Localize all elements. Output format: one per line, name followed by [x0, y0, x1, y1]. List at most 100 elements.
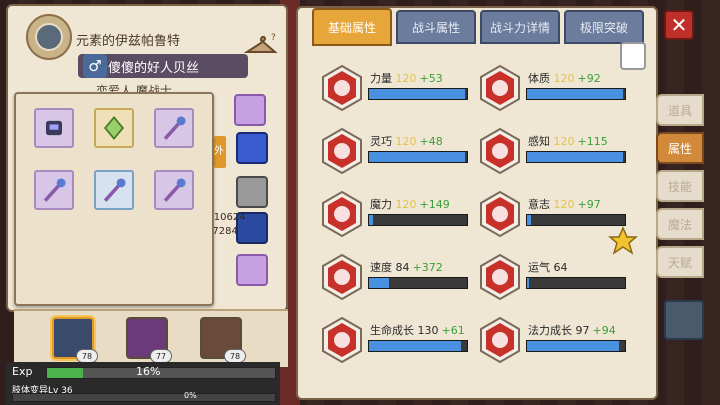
stat-bar-fill	[369, 89, 466, 99]
stat-bar	[368, 151, 468, 163]
party-member-2[interactable]: 77	[126, 317, 172, 363]
staff-icon	[103, 178, 126, 202]
equip-slot-armor[interactable]	[236, 254, 268, 286]
stat-label: 速度 84 +372	[370, 259, 443, 275]
stat-base-value: 120	[395, 198, 417, 211]
stat-bar	[526, 214, 626, 226]
item-slot-4[interactable]	[34, 170, 74, 210]
gender-male-icon: ♂	[83, 54, 107, 78]
stat-label: 法力成长 97 +94	[528, 322, 616, 338]
stat-name: 法力成长	[528, 324, 576, 337]
exp-label: Exp	[12, 365, 33, 378]
stat-label: 生命成长 130 +61	[370, 322, 465, 338]
staff-icon	[163, 178, 186, 202]
item-slot-2[interactable]	[94, 108, 134, 148]
stat-name: 力量	[370, 72, 396, 85]
stat-bar-fill	[527, 278, 529, 288]
stat-icon	[322, 127, 362, 175]
stat-label: 灵巧 120 +48	[370, 133, 443, 149]
equipment-popup	[14, 92, 214, 306]
side-menu-item-5[interactable]: 天赋	[656, 246, 704, 278]
stat-name: 灵巧	[370, 135, 396, 148]
skill-percent: 0%	[184, 391, 197, 400]
stat-base-value: 120	[395, 72, 417, 85]
stat-icon	[322, 316, 362, 364]
stat-bar-fill	[527, 89, 624, 99]
equip-slot-gauntlet[interactable]	[236, 132, 268, 164]
stat-bar-fill	[369, 152, 466, 162]
party-member-level: 77	[150, 349, 172, 363]
close-button[interactable]: ✕	[664, 10, 694, 40]
party-member-level: 78	[76, 349, 98, 363]
stat-bar-fill	[527, 152, 624, 162]
item-slot-6[interactable]	[154, 170, 194, 210]
side-menu-item-4[interactable]: 魔法	[656, 208, 704, 240]
stat-bonus-value: +97	[577, 198, 601, 211]
stat-row: 法力成长 97 +94	[478, 316, 638, 364]
robot-helm-icon	[46, 120, 62, 136]
item-slot-1[interactable]	[34, 108, 74, 148]
stat-bonus-value: +92	[577, 72, 601, 85]
stat-bonus-value: +149	[419, 198, 450, 211]
stat-bar-fill	[369, 341, 462, 351]
stat-row: 感知 120 +115	[478, 127, 638, 175]
stat-name: 体质	[528, 72, 554, 85]
stat-icon	[480, 316, 520, 364]
element-emblem-icon	[26, 14, 72, 60]
hero-subtitle: 元素的伊兹帕鲁特	[76, 34, 181, 49]
stat-bar	[526, 277, 626, 289]
tab-1[interactable]: 基础属性	[312, 8, 392, 46]
equip-slot-frame[interactable]	[236, 176, 268, 208]
side-menu-item-3[interactable]: 技能	[656, 170, 704, 202]
stat-row: 运气 64	[478, 253, 638, 301]
stat-row: 力量 120 +53	[320, 64, 480, 112]
stat-label: 力量 120 +53	[370, 70, 443, 86]
stat-bonus-value: +61	[441, 324, 465, 337]
stat-base-value: 120	[395, 135, 417, 148]
party-member-1[interactable]: 78	[52, 317, 98, 363]
map-icon[interactable]	[664, 300, 704, 340]
stat-bar-fill	[369, 215, 373, 225]
tab-2[interactable]: 战斗属性	[396, 10, 476, 44]
stat-icon	[480, 127, 520, 175]
stat-name: 生命成长	[370, 324, 418, 337]
staff-icon	[163, 116, 186, 140]
stat-label: 运气 64	[528, 259, 571, 275]
attribute-tabs: 基础属性 战斗属性 战斗力详情 极限突破	[312, 8, 644, 46]
stat-row: 魔力 120 +149	[320, 190, 480, 238]
party-member-3[interactable]: 78	[200, 317, 246, 363]
stat-bonus-value: +115	[577, 135, 608, 148]
tab-3[interactable]: 战斗力详情	[480, 10, 560, 44]
item-slot-5[interactable]	[94, 170, 134, 210]
stat-icon	[480, 64, 520, 112]
star-icon[interactable]	[608, 226, 638, 256]
stat-label: 意志 120 +97	[528, 196, 601, 212]
stat-bonus-value: +48	[419, 135, 443, 148]
stat-label: 魔力 120 +149	[370, 196, 450, 212]
skill-bar	[12, 393, 276, 402]
stat-icon	[322, 253, 362, 301]
title-row: 元素的伊兹帕鲁特 ?	[26, 14, 281, 60]
item-slot-3[interactable]	[154, 108, 194, 148]
stat-bonus-value: +94	[592, 324, 616, 337]
side-menu-item-2[interactable]: 属性	[656, 132, 704, 164]
character-panel: 元素的伊兹帕鲁特 ? 傻傻的好人贝丝 ♂ 恋爱人 魔战士 外 5/10624 7…	[6, 4, 288, 367]
svg-text:?: ?	[271, 33, 276, 43]
stat-base-value: 120	[553, 198, 575, 211]
stat-base-value: 97	[575, 324, 590, 337]
side-menu-item-1[interactable]: 道具	[656, 94, 704, 126]
stat-bar-fill	[527, 341, 620, 351]
wardrobe-hanger-icon[interactable]: ?	[243, 32, 279, 58]
stat-bar-fill	[369, 278, 389, 288]
stat-bar	[526, 88, 626, 100]
stat-icon	[480, 253, 520, 301]
exp-bar-fill	[47, 368, 84, 378]
party-bar: 78 77 78	[14, 309, 288, 367]
tab-4[interactable]: 极限突破	[564, 10, 644, 44]
stat-base-value: 130	[417, 324, 439, 337]
attribute-panel: 基础属性 战斗属性 战斗力详情 极限突破 力量 120 +53 体质 120 +92 灵巧 1…	[296, 6, 658, 400]
stat-icon	[480, 190, 520, 238]
stat-bar	[368, 214, 468, 226]
stat-icon	[322, 190, 362, 238]
equip-slot-gem[interactable]	[234, 94, 266, 126]
